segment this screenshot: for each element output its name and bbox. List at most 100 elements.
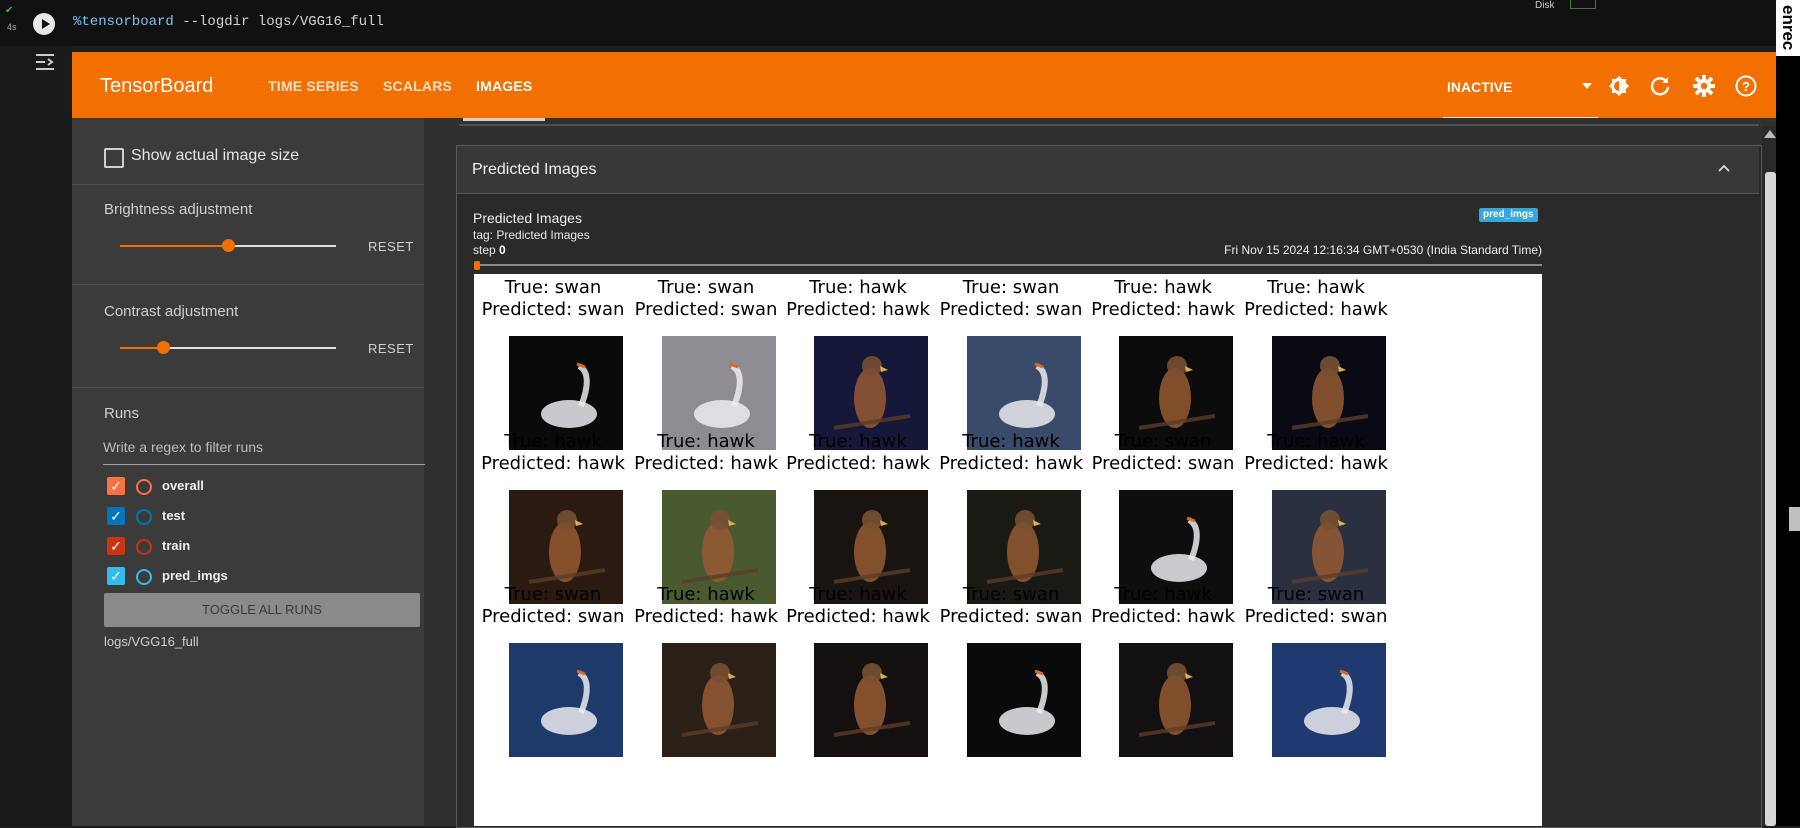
scroll-up-icon[interactable] — [1764, 130, 1776, 138]
scrollbar-thumb[interactable] — [1765, 172, 1776, 826]
plugin-select-value: INACTIVE — [1447, 79, 1513, 95]
true-label: True: swan — [657, 277, 755, 298]
disk-usage-bar — [1570, 0, 1596, 9]
prediction-cell: True: hawk Predicted: hawk — [931, 431, 1091, 475]
checkmark-icon: ✔ — [5, 5, 14, 16]
predicted-label: Predicted: swan — [1244, 606, 1388, 627]
true-label: True: swan — [962, 277, 1060, 298]
divider — [72, 387, 424, 388]
tabstrip-divider — [459, 124, 1759, 126]
true-label: True: hawk — [809, 584, 907, 605]
run-color-test[interactable] — [136, 509, 152, 525]
tab-time-series[interactable]: TIME SERIES — [268, 78, 359, 94]
prediction-cell: True: swan Predicted: swan — [474, 584, 633, 628]
swan-image — [967, 643, 1081, 757]
card-title: Predicted Images — [472, 161, 597, 178]
chevron-down-icon — [1582, 83, 1592, 89]
true-label: True: hawk — [1114, 584, 1212, 605]
tabstrip-active-indicator — [463, 118, 545, 121]
page-scroll-marker[interactable] — [1789, 507, 1800, 531]
brightness-slider-thumb[interactable] — [222, 239, 235, 252]
output-toggle-icon[interactable] — [34, 52, 56, 72]
brightness-label: Brightness adjustment — [104, 201, 253, 218]
true-label: True: swan — [962, 584, 1060, 605]
brightness-slider-fill — [120, 245, 228, 247]
prediction-cell: True: swan Predicted: swan — [931, 277, 1091, 321]
run-color-pred-imgs[interactable] — [136, 569, 152, 585]
refresh-icon[interactable] — [1648, 74, 1672, 98]
cell-code[interactable]: %tensorboard --logdir logs/VGG16_full — [73, 14, 384, 30]
true-label: True: hawk — [962, 431, 1060, 452]
brightness-contrast-icon[interactable] — [1607, 74, 1631, 98]
output-gutter — [0, 46, 72, 826]
divider — [72, 184, 424, 185]
true-label: True: hawk — [504, 431, 602, 452]
predicted-label: Predicted: hawk — [1091, 606, 1235, 627]
run-checkbox-train[interactable]: ✓ — [107, 537, 125, 555]
predicted-label: Predicted: hawk — [786, 299, 930, 320]
run-name-pred-imgs: pred_imgs — [162, 568, 228, 583]
show-actual-size-label: Show actual image size — [131, 147, 300, 164]
settings-icon[interactable] — [1692, 74, 1716, 98]
prediction-cell: True: swan Predicted: swan — [1236, 584, 1396, 628]
tab-scalars[interactable]: SCALARS — [383, 78, 452, 94]
prediction-cell: True: swan Predicted: swan — [626, 277, 786, 321]
logdir-label: logs/VGG16_full — [104, 634, 199, 649]
show-actual-size-checkbox[interactable] — [104, 148, 124, 168]
prediction-cell: True: hawk Predicted: hawk — [778, 584, 938, 628]
command-args: --logdir logs/VGG16_full — [173, 14, 384, 30]
predicted-label: Predicted: swan — [634, 299, 778, 320]
true-label: True: swan — [504, 584, 602, 605]
prediction-cell: True: hawk Predicted: hawk — [778, 277, 938, 321]
run-chip: pred_imgs — [1479, 208, 1538, 222]
predicted-label: Predicted: swan — [1091, 453, 1235, 474]
prediction-cell: True: hawk Predicted: hawk — [474, 431, 633, 475]
run-cell-button[interactable] — [33, 13, 55, 35]
toggle-all-runs-button[interactable]: TOGGLE ALL RUNS — [104, 593, 420, 627]
prediction-cell: True: hawk Predicted: hawk — [626, 584, 786, 628]
prediction-cell: True: swan Predicted: swan — [931, 584, 1091, 628]
image-step: step 0 — [473, 243, 506, 257]
predicted-label: Predicted: hawk — [1244, 299, 1388, 320]
swan-image — [509, 643, 623, 757]
predicted-label: Predicted: swan — [481, 299, 625, 320]
right-edge-panel — [1776, 0, 1800, 826]
prediction-cell: True: hawk Predicted: hawk — [1236, 277, 1396, 321]
true-label: True: hawk — [809, 277, 907, 298]
image-tag: tag: Predicted Images — [473, 228, 590, 242]
true-label: True: hawk — [1267, 277, 1365, 298]
true-label: True: hawk — [657, 584, 755, 605]
divider — [72, 284, 424, 285]
run-checkbox-test[interactable]: ✓ — [107, 507, 125, 525]
predicted-label: Predicted: swan — [939, 299, 1083, 320]
run-checkbox-pred-imgs[interactable]: ✓ — [107, 567, 125, 585]
predicted-label: Predicted: hawk — [786, 606, 930, 627]
run-name-train: train — [162, 538, 191, 553]
contrast-reset-button[interactable]: RESET — [368, 341, 414, 356]
chevron-up-icon[interactable] — [1718, 162, 1730, 174]
tensorboard-logo[interactable]: TensorBoard — [100, 75, 213, 98]
predicted-label: Predicted: hawk — [786, 453, 930, 474]
run-checkbox-overall[interactable]: ✓ — [107, 477, 125, 495]
step-slider[interactable] — [474, 264, 1542, 266]
run-name-test: test — [162, 508, 186, 523]
contrast-label: Contrast adjustment — [104, 303, 239, 320]
run-color-train[interactable] — [136, 539, 152, 555]
image-title: Predicted Images — [473, 210, 582, 226]
run-color-overall[interactable] — [136, 479, 152, 495]
predicted-label: Predicted: swan — [481, 606, 625, 627]
step-slider-thumb[interactable] — [474, 261, 480, 270]
help-icon[interactable]: ? — [1734, 74, 1758, 98]
image-grid: True: swan Predicted: swan True: swan Predi… — [474, 274, 1542, 826]
prediction-cell: True: hawk Predicted: hawk — [1083, 584, 1243, 628]
card-header[interactable] — [457, 146, 1759, 194]
tab-images[interactable]: IMAGES — [476, 78, 532, 94]
true-label: True: hawk — [809, 431, 907, 452]
prediction-cell: True: swan Predicted: swan — [1083, 431, 1243, 475]
predicted-label: Predicted: hawk — [634, 606, 778, 627]
hawk-image — [1119, 643, 1233, 757]
image-timestamp: Fri Nov 15 2024 12:16:34 GMT+0530 (India… — [1224, 243, 1542, 257]
brightness-reset-button[interactable]: RESET — [368, 239, 414, 254]
runs-filter-input[interactable]: Write a regex to filter runs — [103, 439, 425, 455]
svg-text:?: ? — [1742, 79, 1750, 94]
